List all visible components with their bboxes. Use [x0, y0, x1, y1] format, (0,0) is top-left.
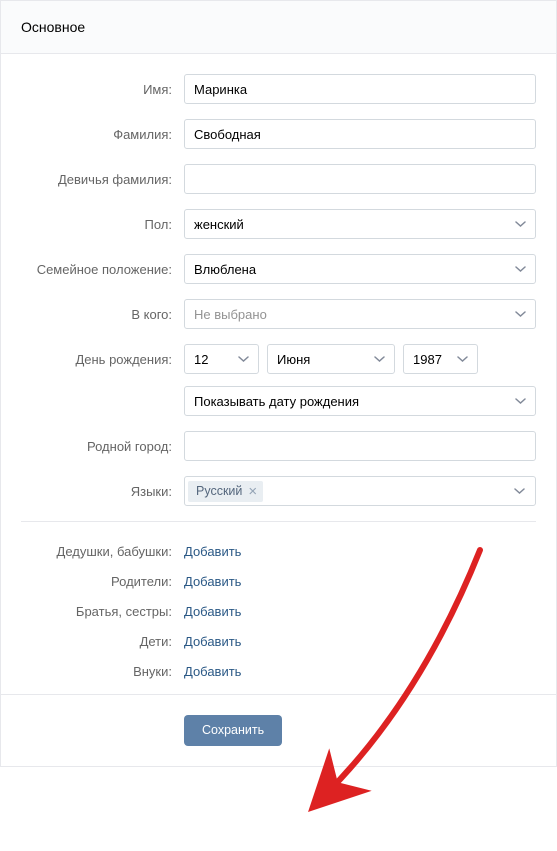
- close-icon[interactable]: ×: [248, 484, 257, 499]
- last-name-input[interactable]: [184, 119, 536, 149]
- last-name-label: Фамилия:: [21, 127, 184, 142]
- section-title: Основное: [21, 19, 85, 35]
- grandchildren-label: Внуки:: [21, 664, 184, 679]
- birthday-month-select[interactable]: Июня: [267, 344, 395, 374]
- birthday-visibility-select[interactable]: Показывать дату рождения: [184, 386, 536, 416]
- birthday-label: День рождения:: [21, 352, 184, 367]
- first-name-input[interactable]: [184, 74, 536, 104]
- profile-edit-form: Основное Имя: Фамилия: Девичья фамилия: …: [0, 0, 557, 767]
- partner-select[interactable]: Не выбрано: [184, 299, 536, 329]
- hometown-label: Родной город:: [21, 439, 184, 454]
- save-button[interactable]: Сохранить: [184, 715, 282, 746]
- add-parents-link[interactable]: Добавить: [184, 574, 241, 589]
- partner-label: В кого:: [21, 307, 184, 322]
- relationship-select[interactable]: Влюблена: [184, 254, 536, 284]
- relationship-label: Семейное положение:: [21, 262, 184, 277]
- chevron-down-icon: [514, 488, 525, 494]
- parents-label: Родители:: [21, 574, 184, 589]
- maiden-name-label: Девичья фамилия:: [21, 172, 184, 187]
- form-footer: Сохранить: [1, 694, 556, 766]
- add-grandparents-link[interactable]: Добавить: [184, 544, 241, 559]
- siblings-label: Братья, сестры:: [21, 604, 184, 619]
- gender-label: Пол:: [21, 217, 184, 232]
- add-grandchildren-link[interactable]: Добавить: [184, 664, 241, 679]
- add-children-link[interactable]: Добавить: [184, 634, 241, 649]
- add-siblings-link[interactable]: Добавить: [184, 604, 241, 619]
- maiden-name-input[interactable]: [184, 164, 536, 194]
- birthday-year-select[interactable]: 1987: [403, 344, 478, 374]
- children-label: Дети:: [21, 634, 184, 649]
- language-tag: Русский ×: [188, 481, 263, 502]
- birthday-day-select[interactable]: 12: [184, 344, 259, 374]
- hometown-input[interactable]: [184, 431, 536, 461]
- first-name-label: Имя:: [21, 82, 184, 97]
- section-header: Основное: [1, 1, 556, 54]
- gender-select[interactable]: женский: [184, 209, 536, 239]
- languages-label: Языки:: [21, 484, 184, 499]
- grandparents-label: Дедушки, бабушки:: [21, 544, 184, 559]
- languages-input[interactable]: Русский ×: [184, 476, 536, 506]
- divider: [21, 521, 536, 522]
